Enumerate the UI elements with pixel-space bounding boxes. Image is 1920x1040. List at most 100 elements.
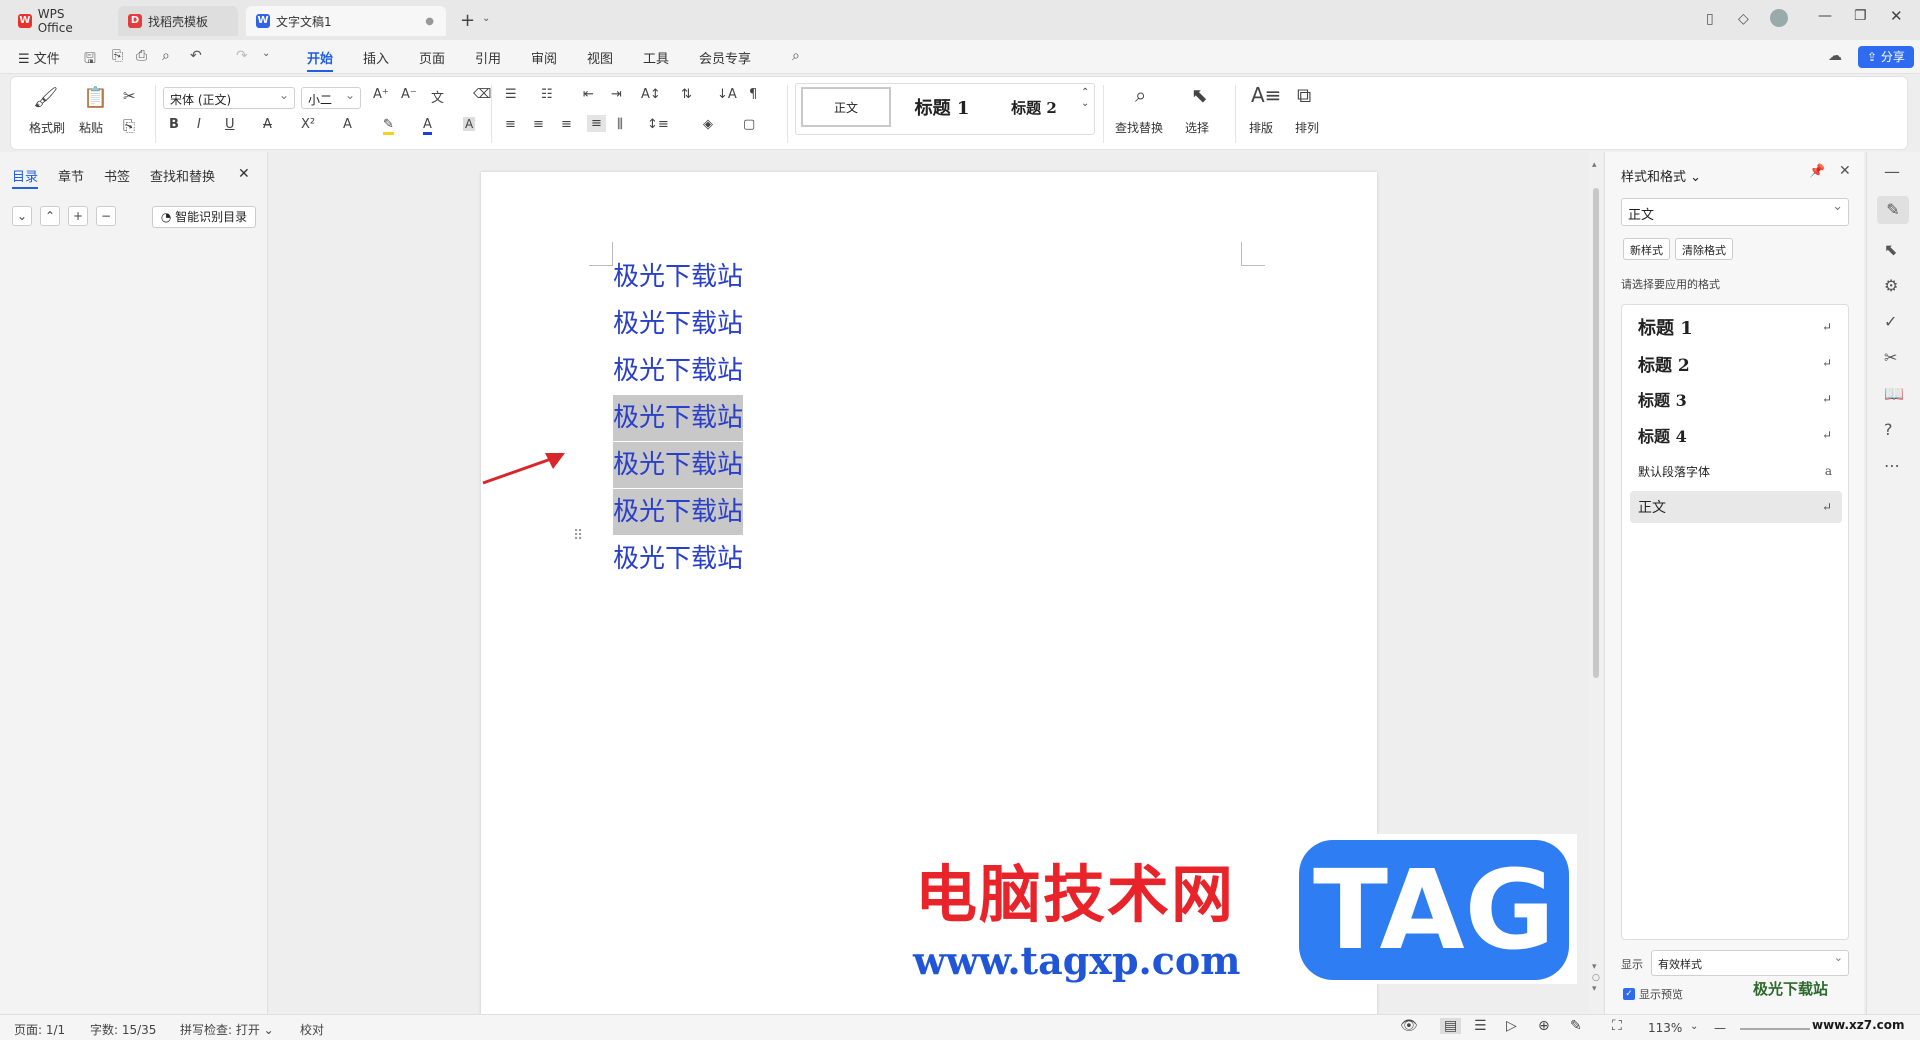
superscript-icon[interactable]: X² — [301, 117, 315, 132]
show-marks-icon[interactable]: ¶ — [749, 87, 757, 102]
close-pane-icon[interactable]: ✕ — [238, 166, 250, 182]
cloud-icon[interactable]: ☁ — [1828, 48, 1842, 64]
style-item-default-font[interactable]: 默认段落字体 a — [1630, 455, 1842, 487]
align-center-icon[interactable]: ≡ — [533, 117, 544, 132]
menu-view[interactable]: 视图 — [587, 48, 613, 67]
more-icon[interactable]: ⋯ — [1884, 456, 1900, 475]
paste-icon[interactable]: 📋 — [83, 85, 108, 109]
share-button[interactable]: ⇪ 分享 — [1858, 46, 1914, 68]
distribute-icon[interactable]: ⫼ — [617, 117, 623, 132]
paragraph-line[interactable]: 极光下载站 — [613, 536, 743, 582]
tab-wps-office[interactable]: W WPS Office — [8, 6, 112, 36]
eye-protect-icon[interactable]: 👁 — [1400, 1018, 1418, 1034]
properties-icon[interactable]: ⚙ — [1884, 276, 1898, 295]
shading-icon[interactable]: ◈ — [703, 117, 713, 132]
undo-icon[interactable]: ↶ — [190, 48, 202, 64]
format-painter-button[interactable]: 格式刷 — [29, 119, 65, 136]
tools-icon[interactable]: ✂ — [1884, 348, 1897, 367]
tab-list-chevron-icon[interactable]: ⌄ — [482, 13, 490, 24]
style-normal[interactable]: 正文 — [801, 87, 891, 127]
eraser-icon[interactable]: ⌫ — [473, 87, 491, 102]
page-nav-icons[interactable]: ▾ ○ ▾ — [1592, 962, 1600, 995]
show-preview-checkbox[interactable]: ✓ — [1623, 988, 1635, 1000]
tab-toc[interactable]: 目录 — [12, 166, 39, 189]
quick-access-chevron-icon[interactable]: ⌄ — [262, 48, 270, 59]
outline-view-icon[interactable]: ☰ — [1474, 1018, 1487, 1034]
decrease-indent-icon[interactable]: ⇤ — [583, 87, 594, 102]
close-styles-icon[interactable]: ✕ — [1839, 163, 1851, 179]
zoom-level[interactable]: 113% — [1648, 1021, 1682, 1035]
menu-tools[interactable]: 工具 — [643, 48, 669, 67]
format-painter-icon[interactable]: 🖌 — [33, 85, 58, 109]
pen-mode-icon[interactable]: ✎ — [1570, 1018, 1582, 1034]
paragraph-line-selected[interactable]: 极光下载站 — [613, 442, 744, 488]
word-count[interactable]: 字数: 15/35 — [90, 1021, 156, 1038]
sort-icon[interactable]: ⇅ — [681, 87, 692, 102]
show-filter-select[interactable]: 有效样式 — [1651, 950, 1849, 976]
shrink-font-icon[interactable]: A⁻ — [401, 87, 417, 102]
save-icon[interactable]: 🖫 — [84, 48, 96, 72]
redo-icon[interactable]: ↷ — [236, 48, 248, 64]
scroll-thumb[interactable] — [1593, 188, 1599, 678]
highlight-icon[interactable]: ✎ — [383, 117, 394, 135]
line-spacing-icon[interactable]: ↕≡ — [647, 117, 669, 132]
scroll-up-icon[interactable]: ▴ — [1592, 160, 1597, 170]
minimize-icon[interactable]: — — [1818, 8, 1832, 24]
drag-handle-icon[interactable]: ⠿ — [573, 528, 583, 544]
style-item-heading-2[interactable]: 标题 2 ↵ — [1630, 347, 1842, 379]
char-shading-icon[interactable]: A — [463, 117, 476, 131]
document-canvas[interactable]: 极光下载站 极光下载站 极光下载站 极光下载站 极光下载站 极光下载站 极光下载… — [269, 152, 1591, 1014]
pin-icon[interactable]: 📌 — [1809, 164, 1825, 179]
cube-icon[interactable]: ◇ — [1738, 11, 1749, 27]
new-tab-plus-icon[interactable]: + — [460, 10, 475, 31]
bold-icon[interactable]: B — [169, 117, 179, 132]
sort-az-icon[interactable]: ↓A — [717, 87, 737, 102]
font-color-icon[interactable]: A — [423, 117, 432, 135]
style-item-heading-1[interactable]: 标题 1 ↵ — [1630, 311, 1842, 343]
style-gallery-more-icon[interactable]: ⌃ ⌄ — [1081, 87, 1089, 109]
paragraph-line-selected[interactable]: 极光下载站 — [613, 395, 744, 441]
grow-font-icon[interactable]: A⁺ — [373, 87, 389, 102]
print-icon[interactable]: ⎙ — [136, 48, 147, 64]
paste-button[interactable]: 粘贴 — [79, 119, 103, 136]
find-icon[interactable]: ⌕ — [1135, 83, 1146, 107]
reading-icon[interactable]: 📖 — [1884, 384, 1904, 403]
arrange-button[interactable]: 排列 — [1295, 119, 1319, 136]
print-preview-icon[interactable]: ⌕ — [162, 48, 170, 64]
fit-page-icon[interactable]: ⛶ — [1612, 1018, 1622, 1034]
tab-bookmarks[interactable]: 书签 — [104, 166, 130, 185]
menu-member[interactable]: 会员专享 — [699, 48, 751, 67]
menu-review[interactable]: 审阅 — [531, 48, 557, 67]
vertical-scrollbar[interactable]: ▴ ▾ ○ ▾ — [1589, 152, 1603, 1014]
select-pointer-icon[interactable]: ⬉ — [1884, 240, 1897, 259]
justify-icon[interactable]: ≡ — [587, 115, 606, 132]
spell-check[interactable]: 拼写检查: 打开 ⌄ — [180, 1021, 274, 1038]
italic-icon[interactable]: I — [197, 117, 201, 132]
layout-text-icon[interactable]: A≡ — [1251, 83, 1281, 107]
text-effect-icon[interactable]: A — [343, 117, 352, 132]
zoom-out-icon[interactable]: — — [1714, 1021, 1726, 1035]
strikethrough-icon[interactable]: A — [263, 117, 272, 132]
paragraph-line[interactable]: 极光下载站 — [613, 301, 743, 347]
collapse-sidebar-icon[interactable]: — — [1884, 162, 1900, 181]
restore-icon[interactable]: ❐ — [1854, 8, 1867, 24]
phonetic-icon[interactable]: 文 — [431, 87, 444, 106]
increase-indent-icon[interactable]: ⇥ — [611, 87, 622, 102]
current-style-select[interactable]: 正文 — [1621, 198, 1849, 226]
arrange-icon[interactable]: ⧉ — [1297, 83, 1311, 107]
layout-icon[interactable]: ▯ — [1706, 11, 1714, 27]
border-icon[interactable]: ▢ — [743, 117, 755, 132]
paragraph-line[interactable]: 极光下载站 — [613, 348, 743, 394]
align-right-icon[interactable]: ≡ — [561, 117, 572, 132]
styles-pane-title[interactable]: 样式和格式 ⌄ — [1621, 166, 1701, 185]
cut-icon[interactable]: ✂ — [123, 87, 136, 105]
menu-home[interactable]: 开始 — [307, 48, 334, 72]
remove-heading-icon[interactable]: − — [96, 206, 116, 226]
collapse-icon[interactable]: ⌃ — [40, 206, 60, 226]
help-icon[interactable]: ? — [1884, 420, 1893, 439]
proofread[interactable]: 校对 — [300, 1021, 324, 1038]
paragraph-line[interactable]: 极光下载站 — [613, 254, 743, 300]
font-size-select[interactable]: 小二 — [301, 87, 361, 109]
menu-page[interactable]: 页面 — [419, 48, 445, 67]
tab-docer-templates[interactable]: D 找稻壳模板 — [118, 6, 238, 36]
